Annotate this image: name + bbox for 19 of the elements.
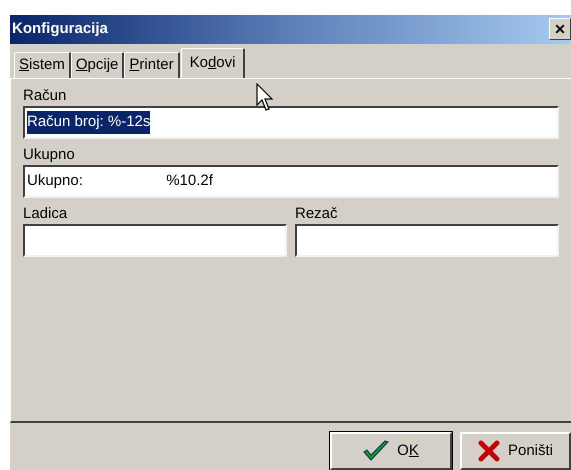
field-label: Rezač [295, 204, 338, 223]
input-field[interactable] [295, 224, 559, 257]
ok-button[interactable]: OK [330, 432, 452, 470]
input-field[interactable]: Račun broj: %-12s [23, 106, 559, 139]
input-field[interactable]: Ukupno: %10.2f [23, 164, 559, 198]
close-button[interactable]: × [549, 18, 571, 40]
cancel-button[interactable]: Poništi [460, 432, 571, 470]
window-title: Konfiguracija [12, 19, 108, 40]
cross-icon [478, 440, 500, 462]
checkmark-icon [363, 440, 390, 462]
mouse-pointer-icon [256, 83, 276, 113]
field-label: Račun [23, 86, 66, 105]
field-label: Ladica [23, 204, 68, 223]
tab[interactable]: Printer [124, 52, 180, 78]
input-field[interactable] [23, 224, 287, 257]
field-label: Ukupno [23, 146, 75, 164]
tab[interactable]: Sistem [14, 52, 71, 78]
tab[interactable]: Kodovi [180, 48, 246, 78]
tab[interactable]: Opcije [70, 52, 124, 78]
